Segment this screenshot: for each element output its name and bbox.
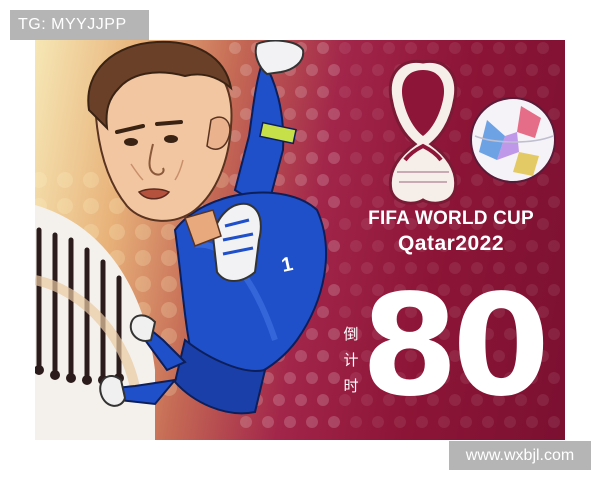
match-ball (470, 97, 556, 183)
countdown-label: 倒 计 时 (343, 326, 359, 395)
watermark-bottom: www.wxbjl.com (449, 441, 591, 470)
event-title: FIFA WORLD CUP (368, 208, 534, 229)
watermark-top: TG: MYYJJPP (10, 10, 149, 40)
world-cup-emblem (388, 59, 458, 205)
event-subtitle: Qatar2022 (397, 232, 505, 255)
countdown-number: 80 (361, 265, 550, 428)
countdown-poster: 1 FIFA WORLD CUP Qatar2022 倒 计 时 80 (35, 40, 565, 440)
